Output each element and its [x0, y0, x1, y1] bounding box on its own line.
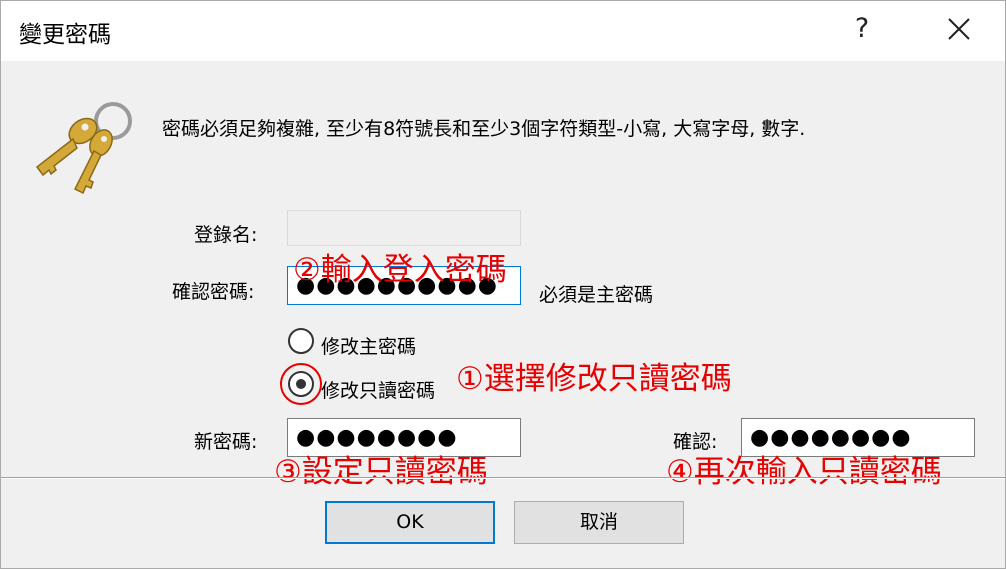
annotation-step3: ③設定只讀密碼	[274, 454, 488, 490]
title-bar: 變更密碼 ?	[1, 1, 1005, 61]
radio-change-master-label[interactable]: 修改主密碼	[321, 332, 416, 359]
close-button[interactable]	[935, 6, 983, 52]
radio-change-readonly-label[interactable]: 修改只讀密碼	[321, 376, 435, 403]
change-password-dialog: 變更密碼 ? 密碼必須足夠複雜, 至少有8符號長和至少3個字符類型-小寫, 大寫…	[0, 0, 1006, 569]
password-requirements: 密碼必須足夠複雜, 至少有8符號長和至少3個字符類型-小寫, 大寫字母, 數字.	[162, 118, 806, 140]
keys-icon	[35, 102, 132, 195]
login-name-field	[287, 210, 521, 246]
annotation-step2: ②輸入登入密碼	[293, 252, 507, 288]
confirm-password-label: 確認密碼:	[172, 281, 255, 303]
annotation-step1: ①選擇修改只讀密碼	[456, 361, 732, 397]
radio-change-master[interactable]	[288, 328, 314, 354]
dialog-title: 變更密碼	[19, 22, 111, 48]
help-button[interactable]: ?	[839, 6, 885, 52]
login-name-label: 登錄名:	[194, 224, 258, 246]
new-password-label: 新密碼:	[194, 431, 258, 453]
cancel-button[interactable]: 取消	[514, 501, 684, 544]
close-icon	[948, 18, 970, 40]
highlight-circle	[280, 363, 322, 405]
annotation-step4: ④再次輸入只讀密碼	[666, 454, 942, 490]
ok-button[interactable]: OK	[325, 501, 495, 544]
button-separator	[1, 477, 1005, 479]
master-password-hint: 必須是主密碼	[539, 284, 654, 306]
